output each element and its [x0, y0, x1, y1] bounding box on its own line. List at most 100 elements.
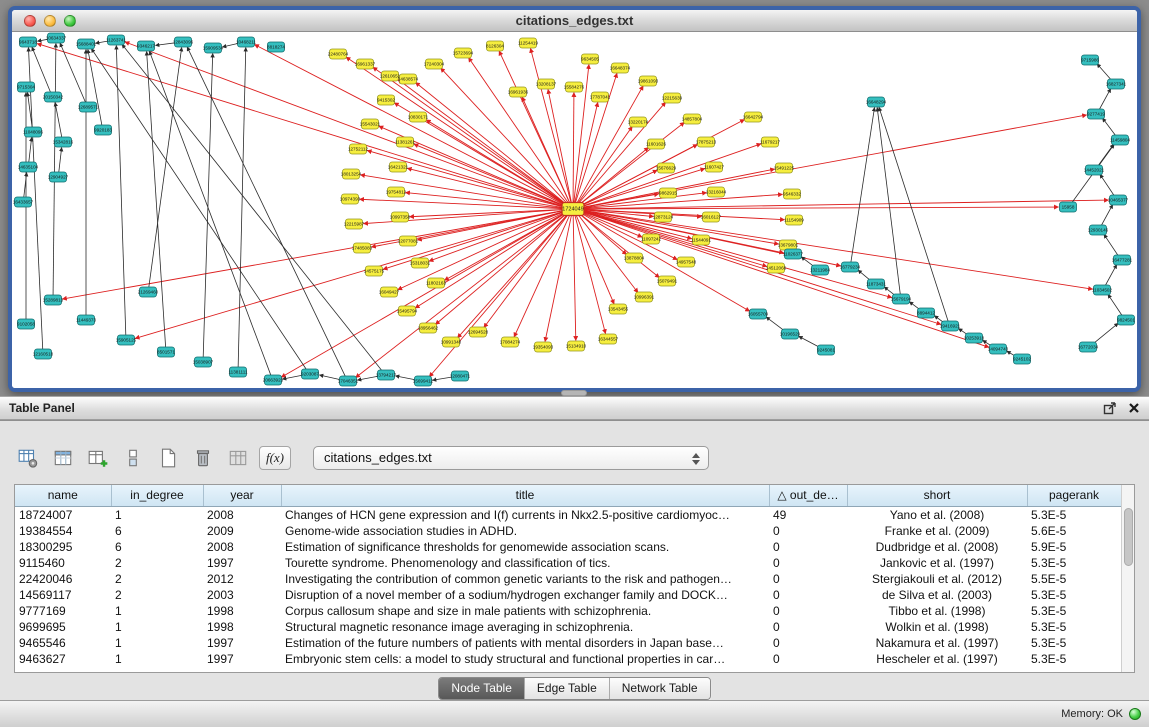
row-height-button[interactable] [119, 445, 146, 472]
table-cell: 2 [111, 571, 203, 587]
table-cell: 14569117 [15, 587, 111, 603]
column-header[interactable]: title [281, 485, 769, 506]
column-header[interactable]: year [203, 485, 281, 506]
minimize-button[interactable] [44, 15, 56, 27]
table-row[interactable]: 1938455462009Genome-wide association stu… [15, 523, 1121, 539]
node-label: 16421321 [388, 165, 409, 170]
table-cell: 2 [111, 555, 203, 571]
node-label: 10634337 [46, 36, 67, 41]
zoom-button[interactable] [64, 15, 76, 27]
table-row[interactable]: 946362711997Embryonic stem cells: a mode… [15, 651, 1121, 667]
node-label: 16055709 [748, 312, 769, 317]
table-cell: de Silva et al. (2003) [847, 587, 1027, 603]
table-cell: Investigating the contribution of common… [281, 571, 769, 587]
tab-network-table[interactable]: Network Table [609, 678, 710, 699]
node-label: 10996391 [634, 295, 655, 300]
column-header[interactable]: name [15, 485, 111, 506]
table-cell: 9463627 [15, 651, 111, 667]
close-panel-icon[interactable] [1127, 401, 1141, 415]
table-row[interactable]: 1872400712008Changes of HCN gene express… [15, 506, 1121, 523]
network-view-window[interactable]: citations_edges.txt 17240499415302155430… [8, 6, 1141, 392]
node-label: 11449373 [76, 318, 97, 323]
column-header[interactable]: short [847, 485, 1027, 506]
network-graph-svg[interactable]: 1724049941530215543021127521121801325410… [12, 32, 1137, 388]
node-label: 10465377 [1108, 198, 1129, 203]
node-label: 9102058 [17, 322, 35, 327]
node-label: 10974393 [340, 197, 361, 202]
table-mode-button[interactable] [14, 445, 41, 472]
node-label: 9634505 [581, 57, 599, 62]
table-cell: Corpus callosum shape and size in male p… [281, 603, 769, 619]
node-label: 12160518 [33, 352, 54, 357]
node-label: 9245102 [1013, 357, 1031, 362]
node-label: 1724049 [562, 207, 583, 213]
node-label: 22480764 [328, 52, 349, 57]
node-label: 16477281 [1112, 258, 1133, 263]
table-cell: Yano et al. (2008) [847, 506, 1027, 523]
node-label: 12843096 [173, 40, 194, 45]
table-cell: 9699695 [15, 619, 111, 635]
node-table: namein_degreeyeartitle△ out_de…shortpage… [14, 484, 1135, 673]
network-canvas[interactable]: 1724049941530215543021127521121801325410… [12, 32, 1137, 388]
table-cell: 0 [769, 587, 847, 603]
float-panel-icon[interactable] [1103, 401, 1117, 415]
new-network-button[interactable] [154, 445, 181, 472]
node-label: 11607427 [704, 165, 725, 170]
close-button[interactable] [24, 15, 36, 27]
node-label: 15909534 [203, 46, 224, 51]
node-label: 13679801 [778, 243, 799, 248]
table-cell: 0 [769, 523, 847, 539]
node-label: 8818274 [267, 45, 285, 50]
table-selector-dropdown[interactable]: citations_edges.txt [313, 446, 709, 470]
table-cell: Nakamura et al. (1997) [847, 635, 1027, 651]
table-row[interactable]: 2242004622012Investigating the contribut… [15, 571, 1121, 587]
delete-columns-button[interactable] [189, 445, 216, 472]
column-header[interactable]: in_degree [111, 485, 203, 506]
node-label: 11097242 [641, 237, 662, 242]
table-row[interactable]: 969969511998Structural magnetic resonanc… [15, 619, 1121, 635]
node-label: 8126304 [486, 44, 504, 49]
show-columns-icon [52, 447, 74, 469]
node-label: 13878804 [624, 256, 645, 261]
node-label: 15679194 [891, 297, 912, 302]
node-label: 10196529 [780, 332, 801, 337]
node-label: 16772034 [1078, 345, 1099, 350]
show-columns-button[interactable] [49, 445, 76, 472]
table-row[interactable]: 977716911998Corpus callosum shape and si… [15, 603, 1121, 619]
tab-node-table[interactable]: Node Table [439, 678, 524, 699]
table-cell: Estimation of the future numbers of pati… [281, 635, 769, 651]
table-cell: 5.9E-5 [1027, 539, 1121, 555]
column-header[interactable]: pagerank [1027, 485, 1121, 506]
create-column-button[interactable] [84, 445, 111, 472]
node-label: 12873124 [653, 215, 674, 220]
table-cell: 9777169 [15, 603, 111, 619]
node-label: 13220174 [628, 120, 649, 125]
node-label: 19354093 [533, 345, 554, 350]
window-titlebar[interactable]: citations_edges.txt [12, 10, 1137, 32]
table-cell: 6 [111, 539, 203, 555]
import-table-button[interactable] [224, 445, 251, 472]
tab-edge-table[interactable]: Edge Table [524, 678, 609, 699]
column-header[interactable]: △ out_de… [769, 485, 847, 506]
table-row[interactable]: 946554611997Estimation of the future num… [15, 635, 1121, 651]
memory-status-indicator[interactable] [1129, 708, 1141, 720]
table-scrollbar-thumb[interactable] [1124, 508, 1133, 566]
node-table-header-row: namein_degreeyeartitle△ out_de…shortpage… [15, 485, 1121, 506]
table-row[interactable]: 1456911722003Disruption of a novel membe… [15, 587, 1121, 603]
node-label: 9546332 [783, 192, 801, 197]
table-row[interactable]: 1830029562008Estimation of significance … [15, 539, 1121, 555]
node-label: 14957548 [676, 260, 697, 265]
node-label: 14857804 [682, 117, 703, 122]
table-scrollbar[interactable] [1121, 485, 1134, 672]
window-title: citations_edges.txt [12, 10, 1137, 31]
node-label: 19416921 [940, 324, 961, 329]
node-label: 16961936 [508, 90, 529, 95]
function-builder-button[interactable]: f(x) [259, 446, 291, 470]
table-cell: 1 [111, 635, 203, 651]
table-cell: 19384554 [15, 523, 111, 539]
node-label: 11873431 [866, 282, 887, 287]
node-label: 13794217 [376, 373, 397, 378]
table-cell: 1997 [203, 651, 281, 667]
table-row[interactable]: 911546021997Tourette syndrome. Phenomeno… [15, 555, 1121, 571]
table-panel-title: Table Panel [9, 401, 75, 415]
